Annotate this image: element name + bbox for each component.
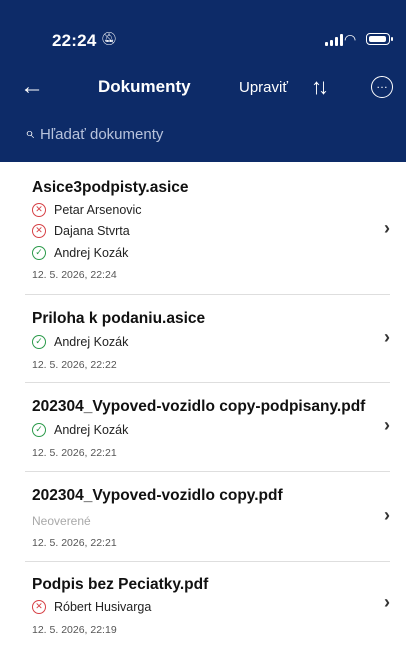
- document-date: 12. 5. 2026, 22:24: [32, 269, 117, 281]
- status-bar: 22:24 🔕︎ ◠: [0, 0, 406, 62]
- signer-row: ✓ Andrej Kozák: [32, 423, 128, 437]
- search-input[interactable]: ⌕ Hľadať dokumenty: [25, 125, 163, 143]
- document-row[interactable]: Podpis bez Peciatky.pdf ✕ Róbert Husivar…: [0, 562, 406, 645]
- document-name: 202304_Vypoved-vozidlo copy.pdf: [32, 487, 283, 504]
- chevron-right-icon: ›: [384, 327, 390, 347]
- signer-name: Róbert Husivarga: [54, 600, 152, 614]
- document-date: 12. 5. 2026, 22:19: [32, 624, 117, 636]
- invalid-signature-icon: ✕: [32, 600, 46, 614]
- sort-arrows-icon[interactable]: ↑↓: [311, 72, 329, 102]
- navigation-bar: ← Dokumenty Upraviť ↑↓ …: [0, 70, 406, 106]
- signer-name: Andrej Kozák: [54, 246, 129, 260]
- signer-name: Dajana Stvrta: [54, 224, 130, 238]
- status-time: 22:24: [52, 31, 97, 50]
- signer-name: Andrej Kozák: [54, 423, 129, 437]
- edit-button[interactable]: Upraviť: [239, 79, 288, 96]
- signer-row: ✕ Róbert Husivarga: [32, 600, 151, 614]
- invalid-signature-icon: ✕: [32, 203, 46, 217]
- document-date: 12. 5. 2026, 22:22: [32, 359, 117, 371]
- unverified-status: Neoverené: [32, 514, 91, 528]
- document-row[interactable]: 202304_Vypoved-vozidlo copy-podpisany.pd…: [0, 383, 406, 472]
- page-title: Dokumenty: [98, 77, 191, 96]
- valid-signature-icon: ✓: [32, 246, 46, 260]
- wifi-icon: ◠: [344, 31, 357, 47]
- valid-signature-icon: ✓: [32, 423, 46, 437]
- document-name: 202304_Vypoved-vozidlo copy-podpisany.pd…: [32, 398, 366, 415]
- document-date: 12. 5. 2026, 22:21: [32, 537, 117, 549]
- battery-icon: [366, 33, 393, 45]
- signer-row: ✓ Andrej Kozák: [32, 246, 128, 260]
- signer-name: Andrej Kozák: [54, 335, 129, 349]
- document-row[interactable]: Asice3podpisty.asice ✕ Petar Arsenovic ✕…: [0, 162, 406, 295]
- valid-signature-icon: ✓: [32, 335, 46, 349]
- chevron-right-icon: ›: [384, 415, 390, 435]
- chevron-right-icon: ›: [384, 218, 390, 238]
- invalid-signature-icon: ✕: [32, 224, 46, 238]
- chevron-right-icon: ›: [384, 592, 390, 612]
- chevron-right-icon: ›: [384, 505, 390, 525]
- search-placeholder: Hľadať dokumenty: [39, 125, 164, 143]
- signal-icon: [325, 34, 343, 46]
- arrow-left-icon[interactable]: ←: [20, 72, 44, 102]
- document-name: Priloha k podaniu.asice: [32, 310, 206, 327]
- signer-row: ✕ Dajana Stvrta: [32, 224, 130, 238]
- app-header: 22:24 🔕︎ ◠ ← Dokumenty Upraviť ↑↓ … ⌕ Hľ…: [0, 0, 406, 162]
- signer-row: ✕ Petar Arsenovic: [32, 203, 142, 217]
- document-date: 12. 5. 2026, 22:21: [32, 447, 117, 459]
- signer-row: ✓ Andrej Kozák: [32, 335, 128, 349]
- ellipsis-circle-icon[interactable]: …: [371, 76, 393, 98]
- bell-slash-icon: 🔕︎: [101, 31, 118, 46]
- document-row[interactable]: Priloha k podaniu.asice ✓ Andrej Kozák 1…: [0, 295, 406, 383]
- signer-name: Petar Arsenovic: [54, 203, 142, 217]
- search-icon: ⌕: [25, 125, 34, 142]
- document-row[interactable]: 202304_Vypoved-vozidlo copy.pdf Neoveren…: [0, 472, 406, 562]
- document-name: Asice3podpisty.asice: [32, 179, 189, 196]
- document-name: Podpis bez Peciatky.pdf: [32, 576, 209, 593]
